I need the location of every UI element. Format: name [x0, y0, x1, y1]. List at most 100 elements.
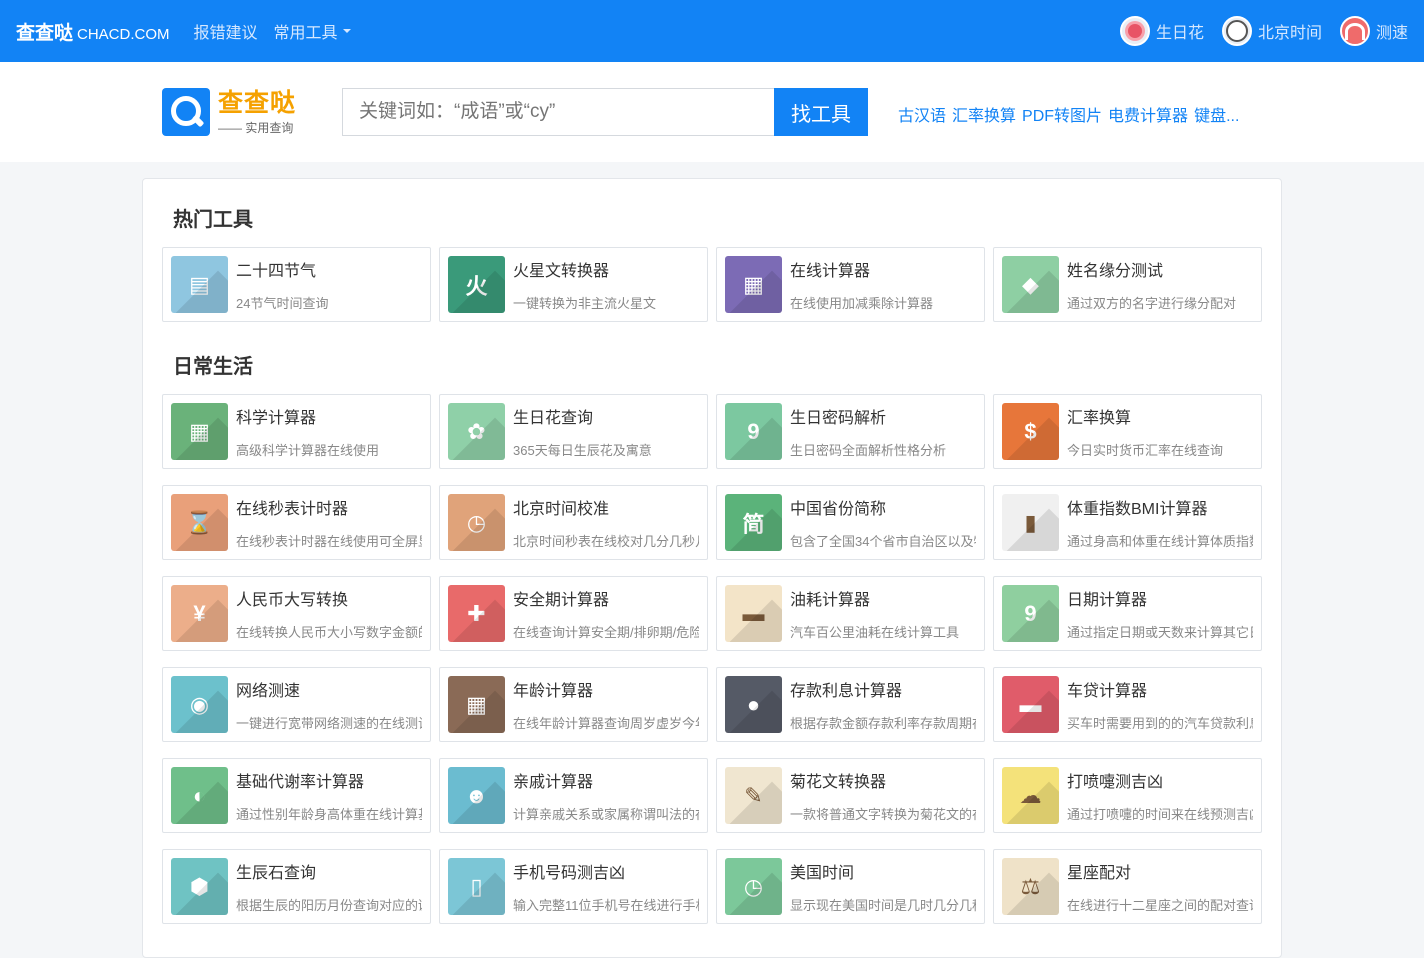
tool-card[interactable]: ⬢ 生辰石查询根据生辰的阳历月份查询对应的诞生石: [162, 849, 431, 924]
hot-link[interactable]: 古汉语: [898, 102, 946, 126]
tool-icon: ▬: [1002, 676, 1059, 733]
tool-description: 在线进行十二星座之间的配对查询: [1067, 898, 1253, 913]
tool-description: 北京时间秒表在线校对几分几秒几毫秒: [513, 534, 699, 549]
tool-icon: ▮: [1002, 494, 1059, 551]
tool-icon: ✚: [448, 585, 505, 642]
tool-icon: ▦: [171, 403, 228, 460]
tool-name: 油耗计算器: [790, 592, 871, 609]
search-input[interactable]: [342, 88, 774, 136]
tool-card[interactable]: 9 生日密码解析 生日密码全面解析性格分析: [716, 394, 985, 469]
brand-name: 查查哒: [16, 22, 74, 44]
tool-icon: ▯: [448, 858, 505, 915]
tool-name: 在线秒表计时器: [236, 501, 349, 518]
tool-icon: ⬢: [171, 858, 228, 915]
tool-card[interactable]: $ 汇率换算 今日实时货币汇率在线查询: [993, 394, 1262, 469]
beijing-time-link[interactable]: 北京时间: [1221, 16, 1322, 46]
tool-icon: ⌛: [171, 494, 228, 551]
tool-card[interactable]: 9 日期计算器通过指定日期或天数来计算其它日期: [993, 576, 1262, 651]
tool-name: 菊花文转换器: [790, 774, 887, 791]
tool-name: 科学计算器: [236, 410, 317, 427]
hot-link[interactable]: PDF转图片: [1022, 102, 1102, 126]
tool-card[interactable]: ☻ 亲戚计算器计算亲戚关系或家属称谓叫法的在线工具: [439, 758, 708, 833]
site-brand[interactable]: 查查哒 CHACD.COM: [16, 18, 170, 45]
search-button[interactable]: 找工具: [774, 88, 868, 136]
logo-subtitle: —— 实用查询: [218, 120, 294, 135]
tool-description: 高级科学计算器在线使用: [236, 443, 380, 458]
tool-card[interactable]: ✎ 菊花文转换器一款将普通文字转换为菊花文的在线工具: [716, 758, 985, 833]
birthday-flower-link[interactable]: 生日花: [1119, 16, 1204, 46]
tool-name: 生日密码解析: [790, 410, 887, 427]
speed-test-label: 测速: [1375, 25, 1408, 42]
tool-card[interactable]: ▦ 在线计算器 在线使用加减乘除计算器: [716, 247, 985, 322]
tool-name: 体重指数BMI计算器: [1067, 501, 1208, 518]
tool-card[interactable]: ⚖ 星座配对在线进行十二星座之间的配对查询: [993, 849, 1262, 924]
tool-icon: ☻: [448, 767, 505, 824]
wifi-icon: [1339, 16, 1370, 46]
tool-icon: 简: [725, 494, 782, 551]
tool-icon: 9: [1002, 585, 1059, 642]
tool-name: 星座配对: [1067, 865, 1132, 882]
tool-description: 通过指定日期或天数来计算其它日期: [1067, 625, 1253, 640]
tool-icon: ☁: [1002, 767, 1059, 824]
speed-test-link[interactable]: 测速: [1339, 16, 1408, 46]
tool-card[interactable]: ▬ 车贷计算器买车时需要用到的的汽车贷款利息计算器: [993, 667, 1262, 742]
tool-card[interactable]: ▦ 科学计算器高级科学计算器在线使用: [162, 394, 431, 469]
top-navbar: 查查哒 CHACD.COM 报错建议 常用工具 生日花 北京时间 测速: [0, 0, 1424, 62]
tool-icon: ⚖: [1002, 858, 1059, 915]
nav-common-tools-dropdown[interactable]: 常用工具: [274, 19, 351, 43]
tool-name: 亲戚计算器: [513, 774, 594, 791]
tool-card[interactable]: ✿ 生日花查询 365天每日生辰花及寓意: [439, 394, 708, 469]
tool-description: 通过身高和体重在线计算体质指数: [1067, 534, 1253, 549]
tool-name: 存款利息计算器: [790, 683, 903, 700]
hot-link[interactable]: 电费计算器: [1108, 102, 1188, 126]
tool-name: 打喷嚏测吉凶: [1067, 774, 1164, 791]
tool-card[interactable]: ⌛ 在线秒表计时器在线秒表计时器在线使用可全屏显示: [162, 485, 431, 560]
tool-card[interactable]: ☁ 打喷嚏测吉凶通过打喷嚏的时间来在线预测吉凶的工具: [993, 758, 1262, 833]
tool-card[interactable]: 简中国省份简称包含了全国34个省市自治区以及特别行政区: [716, 485, 985, 560]
hot-search-links: 古汉语 汇率换算 PDF转图片 电费计算器 键盘...: [898, 102, 1239, 126]
tool-card[interactable]: ▮ 体重指数BMI计算器通过身高和体重在线计算体质指数: [993, 485, 1262, 560]
search-header: 查查哒 —— 实用查询 找工具 古汉语 汇率换算 PDF转图片 电费计算器 键盘…: [0, 62, 1424, 162]
tool-card[interactable]: ● 存款利息计算器根据存款金额存款利率存款周期在线计算: [716, 667, 985, 742]
tool-description: 一键进行宽带网络测速的在线测试工具: [236, 716, 422, 731]
tool-card[interactable]: ✚ 安全期计算器 在线查询计算安全期/排卵期/危险期: [439, 576, 708, 651]
section-title-daily: 日常生活: [173, 356, 253, 378]
hot-link[interactable]: 键盘...: [1194, 102, 1239, 126]
tool-card[interactable]: ¥ 人民币大写转换在线转换人民币大小写数字金额的工具: [162, 576, 431, 651]
tool-name: 安全期计算器: [513, 592, 610, 609]
tool-icon: ▦: [725, 256, 782, 313]
tool-icon: ◐: [171, 767, 228, 824]
tool-icon: 火: [448, 256, 505, 313]
tool-description: 通过打喷嚏的时间来在线预测吉凶的工具: [1067, 807, 1253, 822]
tool-card[interactable]: ▦ 年龄计算器在线年龄计算器查询周岁虚岁今年几岁: [439, 667, 708, 742]
tool-card[interactable]: ◐ 基础代谢率计算器通过性别年龄身高体重在线计算基础代谢率: [162, 758, 431, 833]
tool-card[interactable]: ◷ 美国时间 显示现在美国时间是几时几分几秒: [716, 849, 985, 924]
tool-name: 人民币大写转换: [236, 592, 349, 609]
tool-card[interactable]: ▬ 油耗计算器 汽车百公里油耗在线计算工具: [716, 576, 985, 651]
tool-description: 一款将普通文字转换为菊花文的在线工具: [790, 807, 976, 822]
tool-description: 在线转换人民币大小写数字金额的工具: [236, 625, 422, 640]
tool-description: 一键转换为非主流火星文: [513, 296, 657, 311]
tool-description: 在线年龄计算器查询周岁虚岁今年几岁: [513, 716, 699, 731]
tool-name: 火星文转换器: [513, 263, 610, 280]
tool-icon: ●: [725, 676, 782, 733]
logo-title: 查查哒: [218, 88, 297, 117]
nav-feedback-link[interactable]: 报错建议: [194, 19, 258, 43]
site-logo[interactable]: 查查哒 —— 实用查询: [162, 88, 296, 136]
tool-card[interactable]: ◉ 网络测速一键进行宽带网络测速的在线测试工具: [162, 667, 431, 742]
tool-description: 包含了全国34个省市自治区以及特别行政区: [790, 534, 976, 549]
tool-name: 基础代谢率计算器: [236, 774, 365, 791]
tool-card[interactable]: ◆ 姓名缘分测试 通过双方的名字进行缘分配对: [993, 247, 1262, 322]
tools-panel: 热门工具 ▤ 二十四节气 24节气时间查询 火火星文转换器 一键转换为非主流火星文 ▦ 在线…: [142, 178, 1282, 958]
tool-name: 车贷计算器: [1067, 683, 1148, 700]
tool-card[interactable]: 火火星文转换器一键转换为非主流火星文: [439, 247, 708, 322]
tool-card[interactable]: ▤ 二十四节气 24节气时间查询: [162, 247, 431, 322]
tool-icon: ◉: [171, 676, 228, 733]
hot-link[interactable]: 汇率换算: [952, 102, 1016, 126]
tool-name: 美国时间: [790, 865, 855, 882]
tool-name: 年龄计算器: [513, 683, 594, 700]
tool-description: 根据存款金额存款利率存款周期在线计算: [790, 716, 976, 731]
tool-card[interactable]: ▯ 手机号码测吉凶输入完整11位手机号在线进行手机号测吉凶: [439, 849, 708, 924]
tool-card[interactable]: ◷ 北京时间校准北京时间秒表在线校对几分几秒几毫秒: [439, 485, 708, 560]
tool-description: 生日密码全面解析性格分析: [790, 443, 947, 458]
